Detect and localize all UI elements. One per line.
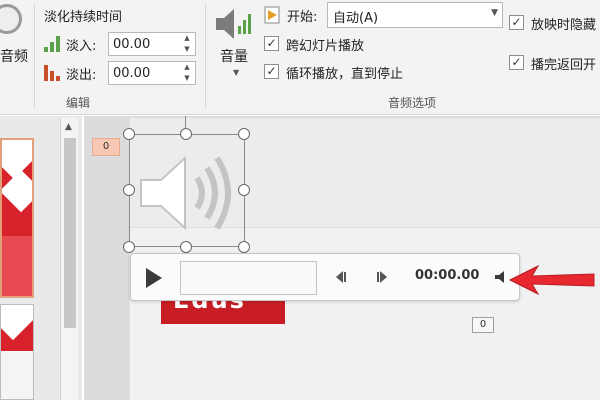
start-trigger-icon — [264, 6, 280, 24]
volume-icon — [216, 9, 251, 39]
resize-handle[interactable] — [180, 128, 192, 140]
audio-button-label: 音频 — [0, 49, 28, 65]
loop-until-stopped-checkbox[interactable]: ✓ — [264, 64, 279, 79]
playback-progress-bar[interactable] — [180, 261, 317, 295]
skip-back-icon[interactable] — [333, 269, 349, 285]
thumbnail-decoration — [2, 236, 32, 296]
loop-until-stopped-label: 循环播放，直到停止 — [286, 67, 404, 82]
fade-in-icon — [44, 36, 62, 52]
loop-until-stopped-option[interactable]: ✓ 循环播放，直到停止 — [264, 61, 434, 83]
audio-options-group-label: 音频选项 — [388, 96, 437, 110]
skip-forward-icon[interactable] — [374, 269, 390, 285]
animation-order-tag[interactable]: 0 — [472, 317, 494, 333]
start-select[interactable]: 自动(A) ▼ — [327, 2, 503, 28]
play-across-slides-label: 跨幻灯片播放 — [286, 39, 365, 54]
chevron-down-icon: ▼ — [233, 68, 240, 77]
resize-handle[interactable] — [123, 184, 135, 196]
hide-during-show-option[interactable]: ✓ 放映时隐藏 — [509, 12, 600, 34]
play-icon[interactable] — [145, 267, 163, 289]
chevron-down-icon: ▼ — [491, 8, 498, 18]
play-across-slides-checkbox[interactable]: ✓ — [264, 36, 279, 51]
hide-during-show-label: 放映时隐藏 — [531, 18, 597, 33]
slide-thumbnail[interactable] — [0, 304, 34, 400]
resize-handle[interactable] — [123, 128, 135, 140]
thumbnail-scrollbar[interactable]: ▲ — [60, 118, 78, 400]
animation-order-tag[interactable]: 0 — [92, 138, 120, 156]
fade-duration-title: 淡化持续时间 — [44, 10, 123, 25]
spin-down-icon[interactable]: ▼ — [181, 73, 193, 84]
slide-thumbnail[interactable] — [0, 138, 34, 298]
thumbnail-decoration — [1, 305, 33, 341]
ribbon-separator — [205, 4, 206, 108]
time-display: 00:00.00 — [415, 268, 480, 283]
resize-handle[interactable] — [238, 241, 250, 253]
start-select-value: 自动(A) — [333, 11, 379, 26]
fade-in-input[interactable] — [113, 35, 179, 53]
start-label: 开始: — [287, 10, 318, 25]
resize-handle[interactable] — [180, 241, 192, 253]
mute-speaker-icon[interactable] — [493, 269, 509, 285]
audio-icon — [0, 4, 22, 34]
fade-out-icon — [44, 65, 62, 81]
fade-out-label: 淡出: — [66, 68, 97, 83]
resize-handle[interactable] — [238, 128, 250, 140]
hide-during-show-checkbox[interactable]: ✓ — [509, 15, 524, 30]
play-across-slides-option[interactable]: ✓ 跨幻灯片播放 — [264, 33, 424, 55]
thumbnail-decoration — [1, 351, 33, 399]
volume-label: 音量 — [220, 49, 248, 65]
thumbnail-decoration — [2, 169, 32, 213]
audio-player-bar: 00:00.00 — [130, 253, 520, 301]
fade-out-input[interactable] — [113, 64, 179, 82]
resize-handle[interactable] — [238, 184, 250, 196]
rewind-after-playing-label: 播完返回开 — [531, 58, 597, 73]
annotation-arrow-icon — [508, 264, 595, 296]
fade-out-row: 淡出: ▲ ▼ — [44, 61, 199, 85]
spin-up-icon[interactable]: ▲ — [181, 62, 193, 73]
fade-out-stepper[interactable]: ▲ ▼ — [108, 61, 196, 85]
rewind-after-playing-option[interactable]: ✓ 播完返回开 — [509, 52, 600, 74]
ribbon-separator — [34, 4, 35, 108]
chevron-up-icon[interactable]: ▲ — [65, 122, 72, 132]
ribbon: 音频 淡化持续时间 淡入: ▲ ▼ 淡出: — [0, 0, 600, 115]
scrollbar-thumb[interactable] — [64, 138, 76, 328]
fade-in-stepper[interactable]: ▲ ▼ — [108, 32, 196, 56]
fade-in-row: 淡入: ▲ ▼ — [44, 32, 199, 56]
spin-down-icon[interactable]: ▼ — [181, 44, 193, 55]
slide-thumbnail-panel: ▲ — [0, 116, 82, 400]
rewind-after-playing-checkbox[interactable]: ✓ — [509, 55, 524, 70]
speaker-icon[interactable] — [135, 150, 240, 235]
fade-in-label: 淡入: — [66, 39, 97, 54]
editing-group-label: 编辑 — [66, 96, 91, 110]
resize-handle[interactable] — [123, 241, 135, 253]
spin-up-icon[interactable]: ▲ — [181, 33, 193, 44]
